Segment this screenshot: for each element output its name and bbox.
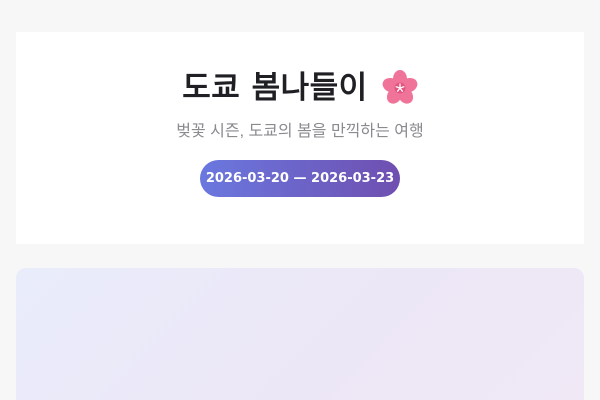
title-row: 도쿄 봄나들이 (16, 68, 584, 108)
trip-subtitle: 벚꽃 시즌, 도쿄의 봄을 만끽하는 여행 (176, 123, 424, 140)
cherry-blossom-icon (382, 70, 418, 106)
content-panel (16, 268, 584, 400)
date-range-badge: 2026-03-20 — 2026-03-23 (200, 160, 400, 197)
trip-title: 도쿄 봄나들이 (182, 70, 368, 106)
trip-page: 도쿄 봄나들이 벚꽃 시즌, 도쿄의 봄을 만끽하는 여행 2026-03-20… (0, 0, 600, 400)
trip-hero-card: 도쿄 봄나들이 벚꽃 시즌, 도쿄의 봄을 만끽하는 여행 2026-03-20… (16, 32, 584, 244)
